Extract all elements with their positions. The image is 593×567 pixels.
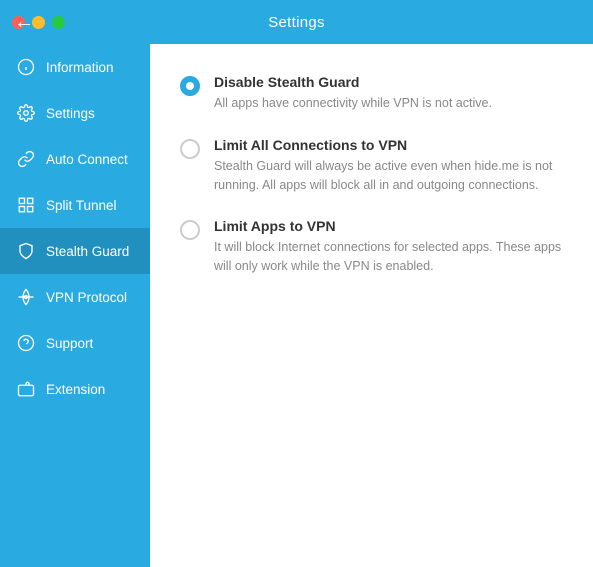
option-disable-stealth-text: Disable Stealth Guard All apps have conn… [214, 74, 492, 113]
sidebar-item-support[interactable]: Support [0, 320, 150, 366]
sidebar-label-support: Support [46, 336, 93, 351]
radio-limit-apps[interactable] [180, 220, 200, 240]
option-limit-apps: Limit Apps to VPN It will block Internet… [180, 218, 563, 276]
sidebar-label-auto-connect: Auto Connect [46, 152, 128, 167]
option-limit-apps-desc: It will block Internet connections for s… [214, 238, 563, 276]
gear-icon [16, 103, 36, 123]
sidebar-label-extension: Extension [46, 382, 105, 397]
option-disable-stealth: Disable Stealth Guard All apps have conn… [180, 74, 563, 113]
main-layout: Information Settings Auto Connect Split … [0, 44, 593, 567]
option-limit-all: Limit All Connections to VPN Stealth Gua… [180, 137, 563, 195]
link-icon [16, 149, 36, 169]
sidebar-label-stealth-guard: Stealth Guard [46, 244, 129, 259]
sidebar-item-extension[interactable]: Extension [0, 366, 150, 412]
sidebar-label-vpn-protocol: VPN Protocol [46, 290, 127, 305]
help-icon [16, 333, 36, 353]
option-disable-stealth-desc: All apps have connectivity while VPN is … [214, 94, 492, 113]
option-disable-stealth-title: Disable Stealth Guard [214, 74, 492, 90]
grid-icon [16, 195, 36, 215]
maximize-button[interactable] [52, 16, 65, 29]
option-limit-all-desc: Stealth Guard will always be active even… [214, 157, 563, 195]
option-limit-apps-text: Limit Apps to VPN It will block Internet… [214, 218, 563, 276]
sidebar-item-split-tunnel[interactable]: Split Tunnel [0, 182, 150, 228]
sidebar: Information Settings Auto Connect Split … [0, 44, 150, 567]
sidebar-item-information[interactable]: Information [0, 44, 150, 90]
page-title: Settings [268, 14, 325, 31]
sidebar-item-auto-connect[interactable]: Auto Connect [0, 136, 150, 182]
sidebar-label-settings: Settings [46, 106, 95, 121]
option-limit-all-title: Limit All Connections to VPN [214, 137, 563, 153]
option-limit-apps-title: Limit Apps to VPN [214, 218, 563, 234]
sidebar-label-split-tunnel: Split Tunnel [46, 198, 117, 213]
info-icon [16, 57, 36, 77]
sidebar-item-settings[interactable]: Settings [0, 90, 150, 136]
sidebar-item-stealth-guard[interactable]: Stealth Guard [0, 228, 150, 274]
titlebar: ← Settings [0, 0, 593, 44]
puzzle-icon [16, 379, 36, 399]
network-icon [16, 287, 36, 307]
radio-disable-stealth[interactable] [180, 76, 200, 96]
option-limit-all-text: Limit All Connections to VPN Stealth Gua… [214, 137, 563, 195]
content-area: Disable Stealth Guard All apps have conn… [150, 44, 593, 567]
radio-limit-all[interactable] [180, 139, 200, 159]
sidebar-item-vpn-protocol[interactable]: VPN Protocol [0, 274, 150, 320]
back-button[interactable]: ← [14, 12, 34, 32]
sidebar-label-information: Information [46, 60, 114, 75]
shield-icon [16, 241, 36, 261]
